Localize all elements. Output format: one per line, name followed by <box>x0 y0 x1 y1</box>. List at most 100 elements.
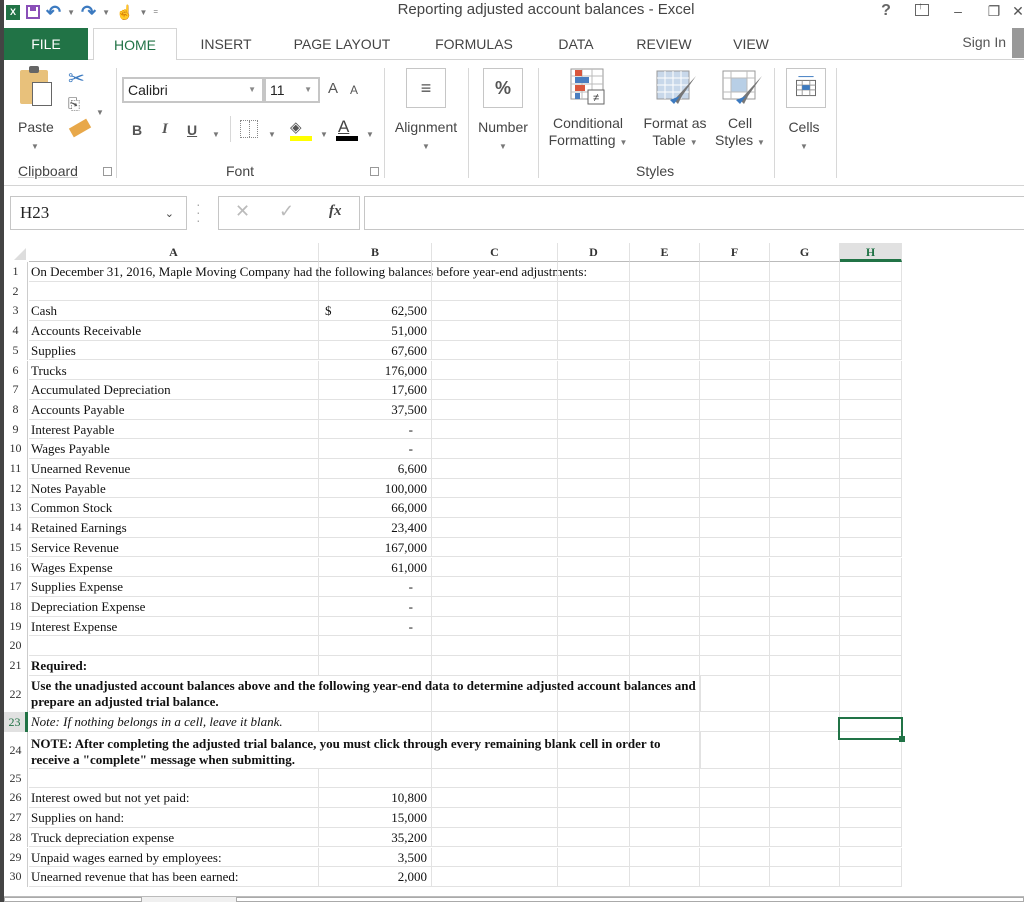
row-header[interactable]: 11 <box>4 459 28 479</box>
cell-d27[interactable] <box>558 808 630 828</box>
cell-b25[interactable] <box>319 768 432 789</box>
cell-c8[interactable] <box>432 399 558 420</box>
cell-g5[interactable] <box>770 340 840 361</box>
borders-icon[interactable] <box>240 120 258 138</box>
cell-g7[interactable] <box>770 380 840 400</box>
cell-c21[interactable] <box>432 656 558 676</box>
cell-c25[interactable] <box>432 768 558 789</box>
cell-d16[interactable] <box>558 557 630 578</box>
row-header[interactable]: 15 <box>4 537 28 558</box>
tab-file[interactable]: FILE <box>4 28 88 60</box>
column-header-b[interactable]: B <box>319 243 432 262</box>
cell-f30[interactable] <box>700 867 770 887</box>
cell-h19[interactable] <box>840 616 902 637</box>
cell-f13[interactable] <box>700 498 770 519</box>
sheet-tab[interactable] <box>4 897 142 902</box>
conditional-formatting-button[interactable]: Conditional Formatting ▼ <box>544 115 632 151</box>
restore-button[interactable]: ❐ <box>976 3 1012 20</box>
copy-icon[interactable]: ⎘ <box>68 96 80 113</box>
cell-h9[interactable] <box>840 419 902 440</box>
cell-f9[interactable] <box>700 419 770 440</box>
cell-f10[interactable] <box>700 439 770 459</box>
cell-d2[interactable] <box>558 281 630 302</box>
cell-f5[interactable] <box>700 340 770 361</box>
cell-a10[interactable]: Wages Payable <box>29 439 319 459</box>
cell-a2[interactable] <box>29 281 319 302</box>
cell-a17[interactable]: Supplies Expense <box>29 577 319 597</box>
cell-d9[interactable] <box>558 419 630 440</box>
cell-a28[interactable]: Truck depreciation expense <box>29 827 319 848</box>
cell-a30[interactable]: Unearned revenue that has been earned: <box>29 867 319 887</box>
cell-a7[interactable]: Accumulated Depreciation <box>29 380 319 400</box>
cell-g20[interactable] <box>770 636 840 656</box>
cell-e17[interactable] <box>630 577 700 597</box>
cell-b18[interactable]: - <box>319 596 432 617</box>
number-format-icon[interactable]: % <box>483 68 523 108</box>
tab-data[interactable]: DATA <box>552 28 600 60</box>
cell-h21[interactable] <box>840 656 902 676</box>
cell-f21[interactable] <box>700 656 770 676</box>
name-box[interactable]: H23 ⌄ <box>10 196 187 230</box>
cell-f1[interactable] <box>700 262 770 282</box>
cell-b30[interactable]: 2,000 <box>319 867 432 887</box>
cell-h15[interactable] <box>840 537 902 558</box>
cell-f23[interactable] <box>700 711 770 732</box>
tab-formulas[interactable]: FORMULAS <box>428 28 520 60</box>
cell-b21[interactable] <box>319 656 432 676</box>
cell-h2[interactable] <box>840 281 902 302</box>
cell-f26[interactable] <box>700 788 770 809</box>
row-header[interactable]: 7 <box>4 380 28 400</box>
column-header-e[interactable]: E <box>630 243 700 262</box>
cell-f2[interactable] <box>700 281 770 302</box>
number-dropdown-icon[interactable]: ▼ <box>499 138 507 155</box>
cell-c16[interactable] <box>432 557 558 578</box>
font-size-select[interactable]: 11 ▼ <box>264 77 320 103</box>
cell-e11[interactable] <box>630 459 700 479</box>
cell-d25[interactable] <box>558 768 630 789</box>
cell-e8[interactable] <box>630 399 700 420</box>
cell-e29[interactable] <box>630 847 700 868</box>
cell-g27[interactable] <box>770 808 840 828</box>
row-header[interactable]: 27 <box>4 808 28 828</box>
cell-h17[interactable] <box>840 577 902 597</box>
cell-d21[interactable] <box>558 656 630 676</box>
cell-b20[interactable] <box>319 636 432 656</box>
font-name-select[interactable]: Calibri ▼ <box>122 77 264 103</box>
cell-d15[interactable] <box>558 537 630 558</box>
cell-e16[interactable] <box>630 557 700 578</box>
cell-c10[interactable] <box>432 439 558 459</box>
cell-c23[interactable] <box>432 711 558 732</box>
cell-g24[interactable] <box>770 731 840 769</box>
bold-button[interactable]: B <box>132 122 142 138</box>
cell-h4[interactable] <box>840 321 902 341</box>
cell-e25[interactable] <box>630 768 700 789</box>
alignment-button[interactable]: Alignment <box>390 119 462 136</box>
paste-dropdown-icon[interactable]: ▼ <box>31 138 39 155</box>
cell-e18[interactable] <box>630 596 700 617</box>
cell-h20[interactable] <box>840 636 902 656</box>
cell-h25[interactable] <box>840 768 902 789</box>
font-color-dropdown-icon[interactable]: ▼ <box>366 126 374 143</box>
row-header[interactable]: 21 <box>4 656 28 676</box>
cell-e6[interactable] <box>630 360 700 381</box>
cell-e3[interactable] <box>630 301 700 322</box>
cell-f27[interactable] <box>700 808 770 828</box>
cell-b28[interactable]: 35,200 <box>319 827 432 848</box>
copy-dropdown-icon[interactable]: ▼ <box>96 104 104 121</box>
cell-f18[interactable] <box>700 596 770 617</box>
cell-b10[interactable]: - <box>319 439 432 459</box>
row-header[interactable]: 3 <box>4 301 28 322</box>
cell-f28[interactable] <box>700 827 770 848</box>
cell-f11[interactable] <box>700 459 770 479</box>
row-header[interactable]: 13 <box>4 498 28 519</box>
cell-a18[interactable]: Depreciation Expense <box>29 596 319 617</box>
cell-g15[interactable] <box>770 537 840 558</box>
cell-g19[interactable] <box>770 616 840 637</box>
cells-button[interactable]: Cells <box>780 119 828 136</box>
cell-g2[interactable] <box>770 281 840 302</box>
row-header[interactable]: 30 <box>4 867 28 887</box>
cell-b6[interactable]: 176,000 <box>319 360 432 381</box>
cell-e21[interactable] <box>630 656 700 676</box>
cell-a16[interactable]: Wages Expense <box>29 557 319 578</box>
cell-a26[interactable]: Interest owed but not yet paid: <box>29 788 319 809</box>
